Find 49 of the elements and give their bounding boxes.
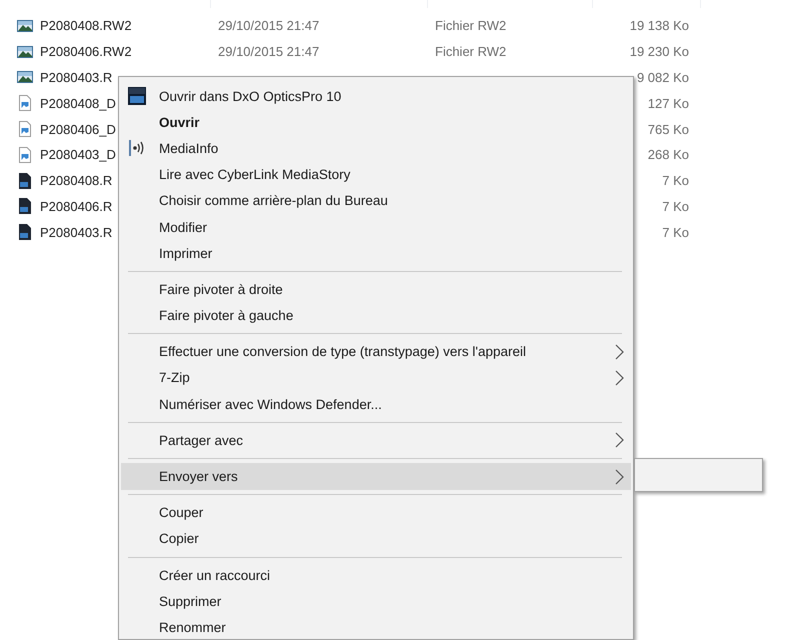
menu-item[interactable]: Ouvrir bbox=[121, 109, 631, 136]
file-size: 7 Ko bbox=[661, 173, 689, 188]
menu-item[interactable]: Ouvrir dans DxO OpticsPro 10 bbox=[121, 83, 631, 110]
file-size: 19 138 Ko bbox=[628, 18, 689, 34]
audio-signal-icon bbox=[128, 139, 146, 158]
menu-item[interactable]: Lire avec CyberLink MediaStory bbox=[121, 162, 631, 188]
landscape-image-icon bbox=[17, 18, 33, 34]
file-date: 29/10/2015 21:47 bbox=[218, 44, 320, 60]
app-logo-icon bbox=[128, 87, 146, 106]
menu-item[interactable]: Envoyer vers bbox=[121, 463, 631, 490]
file-size: 19 230 Ko bbox=[628, 44, 689, 60]
menu-item[interactable]: Faire pivoter à gauche bbox=[121, 302, 631, 329]
file-size: 7 Ko bbox=[661, 198, 689, 214]
dark-file-icon bbox=[17, 198, 33, 214]
menu-item[interactable]: Créer un raccourci bbox=[121, 562, 631, 588]
file-size: 268 Ko bbox=[646, 147, 689, 162]
chevron-right-icon bbox=[615, 344, 624, 360]
file-type: Fichier RW2 bbox=[435, 44, 508, 60]
menu-item[interactable]: MediaInfo bbox=[121, 135, 631, 162]
menu-item[interactable]: Faire pivoter à droite bbox=[121, 276, 631, 302]
menu-item[interactable]: Choisir comme arrière-plan du Bureau bbox=[121, 188, 631, 214]
dark-file-icon bbox=[17, 172, 33, 189]
menu-item[interactable]: Effectuer une conversion de type (transtypage) vers l'appareil bbox=[121, 338, 631, 365]
menu-item[interactable]: Copier bbox=[121, 526, 631, 552]
landscape-image-icon bbox=[17, 44, 33, 60]
chevron-right-icon bbox=[615, 370, 624, 386]
menu-item[interactable]: Couper bbox=[121, 500, 631, 526]
image-file-icon bbox=[17, 121, 33, 138]
file-size: 765 Ko bbox=[646, 122, 689, 137]
file-size: 9 082 Ko bbox=[636, 70, 689, 85]
file-size: 7 Ko bbox=[661, 224, 689, 240]
chevron-right-icon bbox=[615, 432, 624, 448]
file-name[interactable]: P2080406.RW2 bbox=[40, 44, 218, 60]
dark-file-icon bbox=[17, 224, 33, 240]
chevron-right-icon bbox=[615, 468, 624, 485]
image-file-icon bbox=[17, 95, 33, 112]
menu-item[interactable]: Supprimer bbox=[121, 588, 631, 614]
landscape-image-icon bbox=[17, 69, 33, 86]
menu-item[interactable]: Numériser avec Windows Defender... bbox=[121, 391, 631, 418]
file-name[interactable]: P2080408.RW2 bbox=[40, 18, 218, 34]
menu-item[interactable]: 7-Zip bbox=[121, 364, 631, 392]
menu-item[interactable]: Renommer bbox=[121, 614, 631, 639]
file-type: Fichier RW2 bbox=[435, 18, 508, 34]
file-size: 127 Ko bbox=[646, 96, 689, 111]
image-file-icon bbox=[17, 146, 33, 163]
file-date: 29/10/2015 21:47 bbox=[218, 18, 320, 34]
menu-item[interactable]: Partager avec bbox=[121, 427, 631, 454]
menu-item[interactable]: Imprimer bbox=[121, 240, 631, 266]
menu-item[interactable]: Modifier bbox=[121, 214, 631, 240]
